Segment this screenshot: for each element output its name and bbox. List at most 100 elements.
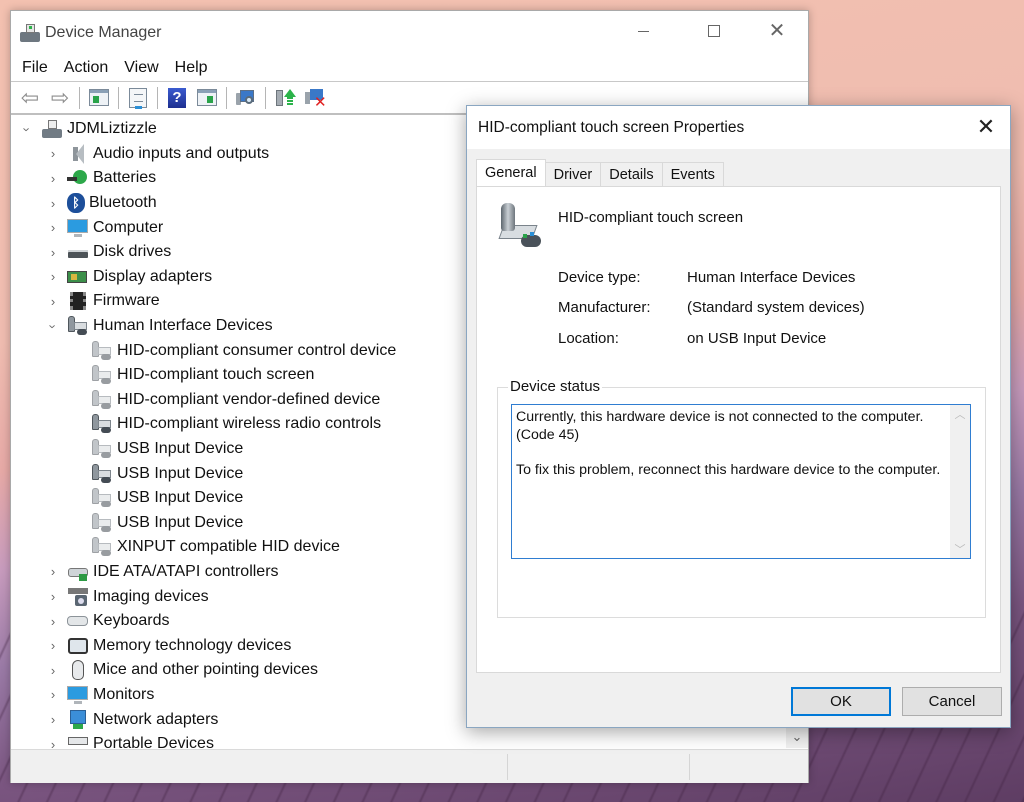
- toolbar-separator: [118, 86, 119, 109]
- tab-general[interactable]: General: [476, 159, 546, 186]
- device-label: USB Input Device: [117, 513, 244, 531]
- category-label: Computer: [93, 218, 164, 236]
- forward-button[interactable]: ⇨: [48, 86, 72, 110]
- tree-category-portable-devices[interactable]: › Portable Devices: [11, 732, 808, 749]
- tab-events[interactable]: Events: [661, 162, 724, 186]
- menu-view[interactable]: View: [116, 59, 166, 77]
- window-title: Device Manager: [45, 24, 162, 41]
- status-scrollbar[interactable]: ︿ ﹀: [950, 405, 970, 558]
- show-hide-console-tree-icon: [89, 89, 109, 106]
- toolbar-separator: [79, 86, 80, 109]
- show-action-pane-button[interactable]: [195, 86, 219, 110]
- scroll-down-icon[interactable]: ﹀: [950, 540, 970, 558]
- status-bar-divider: [507, 754, 508, 780]
- chevron-down-icon: ⌄: [791, 729, 803, 744]
- device-status-label: Device status: [508, 378, 603, 395]
- general-tab-panel: HID-compliant touch screen Device type: …: [476, 186, 1001, 673]
- device-type-value: Human Interface Devices: [687, 269, 856, 286]
- location-label: Location:: [558, 330, 619, 347]
- expand-chevron-icon[interactable]: ›: [45, 687, 61, 702]
- show-action-pane-icon: [197, 89, 217, 106]
- expand-chevron-icon[interactable]: ›: [45, 171, 61, 186]
- menu-help[interactable]: Help: [167, 59, 216, 77]
- close-icon: ✕: [976, 114, 996, 139]
- category-label: Display adapters: [93, 267, 213, 285]
- dialog-title-bar[interactable]: HID-compliant touch screen Properties ✕: [467, 106, 1010, 149]
- dialog-close-button[interactable]: ✕: [970, 111, 1002, 143]
- expand-chevron-icon[interactable]: ›: [45, 245, 61, 260]
- hid-device-icon: [91, 389, 113, 410]
- hid-device-icon: [91, 439, 113, 459]
- expand-chevron-icon[interactable]: ›: [45, 589, 61, 604]
- tree-root-label: JDMLiztizzle: [67, 120, 157, 138]
- hid-icon: [67, 316, 89, 336]
- category-label: Imaging devices: [93, 587, 209, 605]
- device-type-label: Device type:: [558, 269, 641, 286]
- cancel-button[interactable]: Cancel: [902, 687, 1002, 716]
- computer-icon: [41, 119, 63, 139]
- minimize-icon: [637, 30, 649, 32]
- status-bar-divider: [689, 754, 690, 780]
- back-button[interactable]: ⇦: [18, 86, 42, 110]
- scan-hardware-changes-button[interactable]: [234, 86, 258, 110]
- tab-driver[interactable]: Driver: [544, 162, 602, 186]
- show-hide-console-tree-button[interactable]: [87, 86, 111, 110]
- expand-chevron-icon[interactable]: ›: [45, 269, 61, 284]
- expand-chevron-icon[interactable]: ›: [45, 220, 61, 235]
- display-adapter-icon: [67, 267, 89, 287]
- memory-device-icon: [67, 636, 89, 656]
- expand-chevron-icon[interactable]: ›: [45, 638, 61, 653]
- close-button[interactable]: ✕: [754, 11, 800, 51]
- ok-button[interactable]: OK: [791, 687, 891, 716]
- device-label: HID-compliant touch screen: [117, 366, 315, 384]
- minimize-button[interactable]: [620, 11, 666, 51]
- hid-device-icon: [497, 203, 545, 251]
- toolbar-separator: [265, 86, 266, 109]
- tab-details[interactable]: Details: [600, 162, 663, 186]
- properties-button[interactable]: [126, 86, 150, 110]
- category-label: IDE ATA/ATAPI controllers: [93, 562, 279, 580]
- expand-chevron-icon[interactable]: ›: [45, 294, 61, 309]
- keyboard-icon: [67, 611, 89, 631]
- collapse-chevron-icon[interactable]: ›: [20, 121, 35, 137]
- device-name: HID-compliant touch screen: [558, 209, 744, 226]
- device-manager-app-icon: [19, 22, 41, 44]
- category-label: Keyboards: [93, 612, 170, 630]
- maximize-button[interactable]: [691, 11, 737, 51]
- properties-dialog: HID-compliant touch screen Properties ✕ …: [466, 105, 1011, 728]
- imaging-device-icon: [67, 587, 89, 607]
- menu-action[interactable]: Action: [56, 59, 116, 77]
- ide-controller-icon: [67, 562, 89, 582]
- battery-icon: [67, 168, 89, 188]
- scroll-up-icon[interactable]: ︿: [950, 405, 970, 423]
- device-status-group: Device status Currently, this hardware d…: [497, 378, 986, 618]
- device-label: USB Input Device: [117, 489, 244, 507]
- monitor-icon: [67, 685, 89, 705]
- mouse-icon: [67, 660, 89, 681]
- dialog-title: HID-compliant touch screen Properties: [478, 118, 745, 136]
- category-label: Audio inputs and outputs: [93, 144, 270, 162]
- audio-icon: [67, 143, 89, 164]
- collapse-chevron-icon[interactable]: ›: [46, 318, 61, 334]
- menu-file[interactable]: File: [14, 59, 56, 77]
- update-driver-button[interactable]: [273, 86, 297, 110]
- device-status-textbox[interactable]: Currently, this hardware device is not c…: [511, 404, 971, 559]
- tree-scroll-down-button[interactable]: ⌄: [786, 726, 808, 748]
- hid-device-icon: [91, 488, 113, 508]
- expand-chevron-icon[interactable]: ›: [45, 663, 61, 678]
- expand-chevron-icon[interactable]: ›: [45, 737, 61, 749]
- device-label: XINPUT compatible HID device: [117, 538, 340, 556]
- uninstall-device-button[interactable]: ✕: [303, 86, 327, 110]
- help-button[interactable]: ?: [165, 86, 189, 110]
- expand-chevron-icon[interactable]: ›: [45, 564, 61, 579]
- title-bar[interactable]: Device Manager ✕: [11, 11, 808, 55]
- category-label: Network adapters: [93, 710, 219, 728]
- device-label: HID-compliant consumer control device: [117, 341, 397, 359]
- expand-chevron-icon[interactable]: ›: [45, 196, 61, 211]
- properties-icon: [129, 87, 147, 109]
- expand-chevron-icon[interactable]: ›: [45, 712, 61, 727]
- network-adapter-icon: [67, 709, 89, 730]
- device-label: USB Input Device: [117, 464, 244, 482]
- expand-chevron-icon[interactable]: ›: [45, 146, 61, 161]
- expand-chevron-icon[interactable]: ›: [45, 614, 61, 629]
